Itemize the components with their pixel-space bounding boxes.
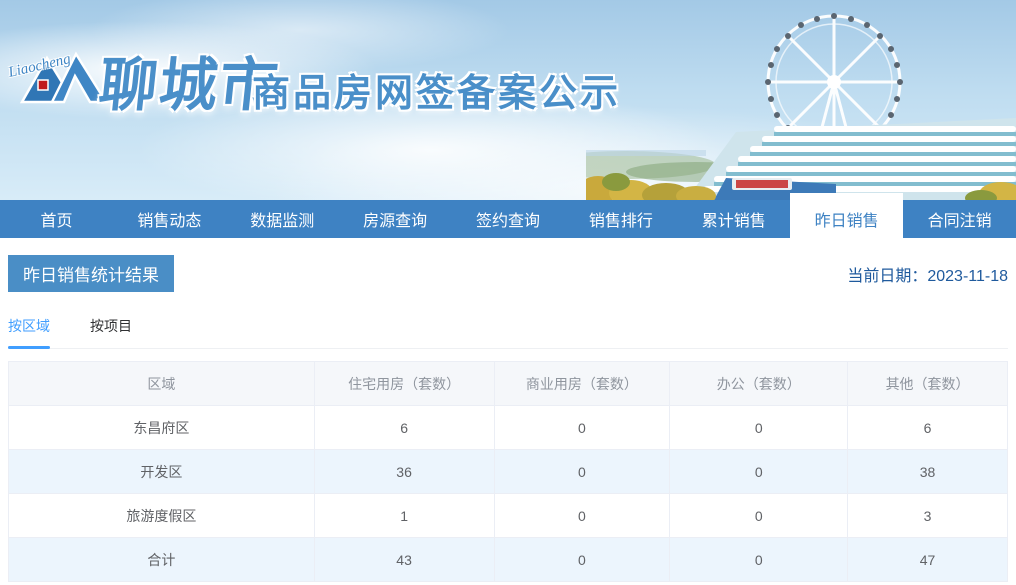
- value-cell: 0: [493, 537, 671, 582]
- site-title: 商品房网签备案公示: [252, 73, 622, 115]
- main-nav: 首页 销售动态 数据监测 房源查询 签约查询 销售排行 累计销售 昨日销售 合同注销: [0, 193, 1016, 238]
- nav-item-7[interactable]: 累计销售: [677, 200, 790, 238]
- table-row: 东昌府区 6 0 0 6: [8, 405, 1008, 450]
- region-cell: 东昌府区: [8, 405, 315, 450]
- nav-item-3[interactable]: 数据监测: [226, 200, 339, 238]
- column-header: 区域: [8, 361, 315, 406]
- value-cell: 0: [669, 537, 849, 582]
- nav-item-1[interactable]: 首页: [0, 200, 113, 238]
- tab-1[interactable]: 按区域: [8, 316, 50, 349]
- current-date: 当前日期：2023-11-18: [847, 262, 1008, 286]
- column-header: 商业用房（套数）: [493, 361, 671, 406]
- value-cell: 0: [493, 405, 671, 450]
- current-date-value: 2023-11-18: [927, 267, 1008, 285]
- nav-item-8[interactable]: 昨日销售: [790, 193, 904, 238]
- section-title-badge: 昨日销售统计结果: [8, 255, 174, 292]
- value-cell: 6: [313, 405, 495, 450]
- nav-item-9[interactable]: 合同注销: [903, 200, 1016, 238]
- nav-item-2[interactable]: 销售动态: [113, 200, 226, 238]
- value-cell: 0: [669, 449, 849, 494]
- value-cell: 36: [313, 449, 495, 494]
- tab-2[interactable]: 按项目: [90, 316, 132, 348]
- table-row: 合计 43 0 0 47: [8, 537, 1008, 582]
- nav-item-4[interactable]: 房源查询: [339, 200, 452, 238]
- nav-item-6[interactable]: 销售排行: [564, 200, 677, 238]
- value-cell: 43: [313, 537, 495, 582]
- column-header: 办公（套数）: [669, 361, 849, 406]
- table-row: 开发区 36 0 0 38: [8, 449, 1008, 494]
- column-header: 其他（套数）: [847, 361, 1008, 406]
- ferris-wheel-illustration: [586, 13, 1016, 200]
- table-row: 旅游度假区 1 0 0 3: [8, 493, 1008, 538]
- region-cell: 旅游度假区: [8, 493, 315, 538]
- value-cell: 0: [493, 493, 671, 538]
- title-bar: 昨日销售统计结果 当前日期：2023-11-18: [8, 255, 1008, 292]
- value-cell: 0: [493, 449, 671, 494]
- header-banner: Liaocheng 聊城市 商品房网签备案公示: [0, 0, 1016, 200]
- nav-item-5[interactable]: 签约查询: [452, 200, 565, 238]
- region-cell: 合计: [8, 537, 315, 582]
- value-cell: 0: [669, 493, 849, 538]
- value-cell: 1: [313, 493, 495, 538]
- column-header: 住宅用房（套数）: [313, 361, 495, 406]
- current-date-label: 当前日期：: [847, 267, 928, 285]
- value-cell: 6: [847, 405, 1008, 450]
- value-cell: 38: [847, 449, 1008, 494]
- region-cell: 开发区: [8, 449, 315, 494]
- value-cell: 0: [669, 405, 849, 450]
- main-content: 昨日销售统计结果 当前日期：2023-11-18 按区域 按项目 区域 住宅用房（套…: [0, 255, 1016, 582]
- sales-table-header: 区域 住宅用房（套数） 商业用房（套数） 办公（套数） 其他（套数）: [8, 361, 1008, 406]
- sales-table: 区域 住宅用房（套数） 商业用房（套数） 办公（套数） 其他（套数） 东昌府区 6 0 0 6 开…: [8, 361, 1008, 582]
- view-tabs: 按区域 按项目: [8, 316, 1008, 349]
- value-cell: 3: [847, 493, 1008, 538]
- value-cell: 47: [847, 537, 1008, 582]
